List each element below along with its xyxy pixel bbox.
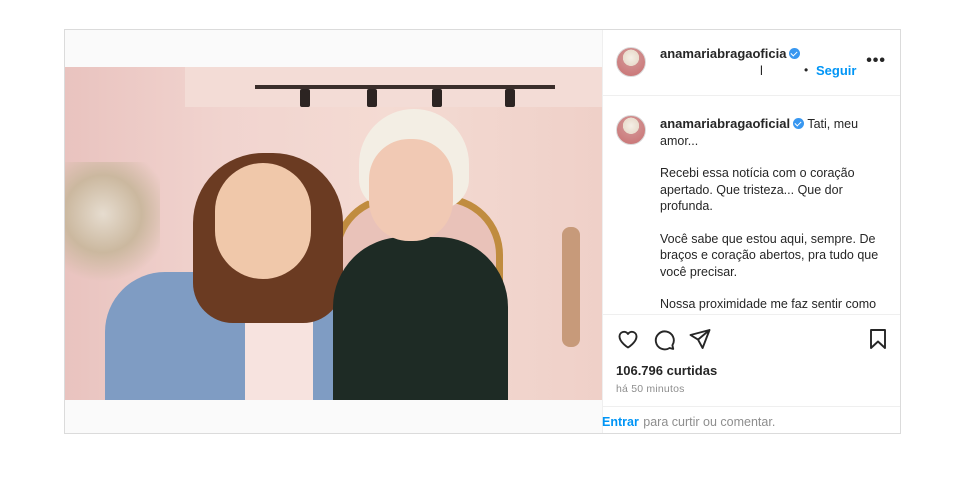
username-line2: l <box>760 63 763 78</box>
dot-separator: • <box>804 63 809 77</box>
share-icon[interactable] <box>688 327 712 351</box>
likes-count[interactable]: 106.796 curtidas <box>616 363 717 378</box>
header-user: anamariabragaoficia <box>660 45 801 63</box>
wall-decoration <box>562 227 580 347</box>
heart-icon[interactable] <box>616 327 640 351</box>
post-time[interactable]: há 50 minutos <box>616 383 685 395</box>
person-face <box>215 163 311 279</box>
green-sweater <box>333 237 508 400</box>
avatar[interactable] <box>616 115 646 145</box>
username-link[interactable]: anamariabragaoficia <box>660 46 786 61</box>
verified-badge-icon <box>789 48 801 59</box>
post-sidebar: anamariabragaoficia l • Seguir ••• anama… <box>602 30 900 433</box>
caption-paragraph: Nossa proximidade me faz sentir como se … <box>660 297 877 314</box>
spotlight <box>432 89 442 107</box>
wall-flowers <box>65 162 160 292</box>
post-photo[interactable] <box>65 67 602 400</box>
spotlight <box>300 89 310 107</box>
person-face <box>369 139 453 241</box>
more-options-icon[interactable]: ••• <box>866 52 886 70</box>
caption: anamariabragaoficial Tati, meu amor... R… <box>660 116 890 314</box>
avatar[interactable] <box>616 47 646 77</box>
follow-button[interactable]: Seguir <box>816 63 856 78</box>
bookmark-icon[interactable] <box>866 327 890 351</box>
login-link[interactable]: Entrar <box>602 415 639 429</box>
caption-username-link[interactable]: anamariabragaoficial <box>660 116 790 131</box>
caption-scroll[interactable]: anamariabragaoficial Tati, meu amor... R… <box>602 96 900 314</box>
login-prompt: Entrar para curtir ou comentar. <box>602 406 900 434</box>
post-media[interactable] <box>65 30 603 433</box>
verified-badge-icon <box>793 118 805 129</box>
caption-paragraph: Você sabe que estou aqui, sempre. De bra… <box>660 231 879 279</box>
instagram-post-embed: anamariabragaoficia l • Seguir ••• anama… <box>64 29 901 434</box>
login-prompt-text: para curtir ou comentar. <box>643 415 776 429</box>
spotlight <box>367 89 377 107</box>
comment-icon[interactable] <box>652 327 676 351</box>
spotlight <box>505 89 515 107</box>
caption-paragraph: Recebi essa notícia com o coração aperta… <box>660 166 855 213</box>
post-header: anamariabragaoficia l • Seguir ••• <box>602 30 900 96</box>
